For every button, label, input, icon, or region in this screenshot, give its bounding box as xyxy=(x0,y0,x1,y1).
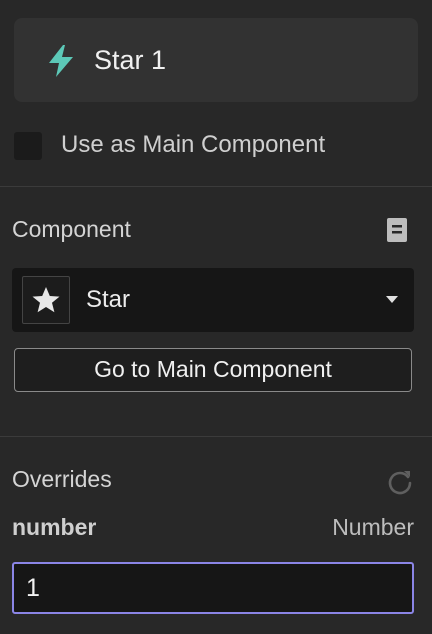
divider xyxy=(0,186,432,187)
refresh-icon[interactable] xyxy=(386,468,414,496)
document-icon[interactable] xyxy=(386,217,408,243)
layer-name: Star 1 xyxy=(94,45,167,75)
bolt-icon xyxy=(49,45,73,77)
component-properties-panel: Star 1 Use as Main Component Component S… xyxy=(0,0,432,634)
use-as-main-component-label: Use as Main Component xyxy=(61,131,326,158)
component-select[interactable]: Star xyxy=(12,268,414,332)
chevron-down-icon xyxy=(386,296,398,303)
divider xyxy=(0,436,432,437)
use-as-main-component-checkbox[interactable] xyxy=(14,132,42,160)
number-input[interactable] xyxy=(12,562,414,614)
component-thumbnail xyxy=(22,276,70,324)
go-to-main-component-button[interactable]: Go to Main Component xyxy=(14,348,412,392)
use-as-main-component-row[interactable]: Use as Main Component xyxy=(14,130,418,160)
override-property-name: number xyxy=(12,514,97,540)
star-icon xyxy=(32,287,60,313)
component-select-value: Star xyxy=(86,286,131,313)
component-section-title: Component xyxy=(12,216,131,242)
overrides-section-title: Overrides xyxy=(12,466,112,492)
override-property-type: Number xyxy=(332,514,414,540)
layer-name-card[interactable]: Star 1 xyxy=(14,18,418,102)
